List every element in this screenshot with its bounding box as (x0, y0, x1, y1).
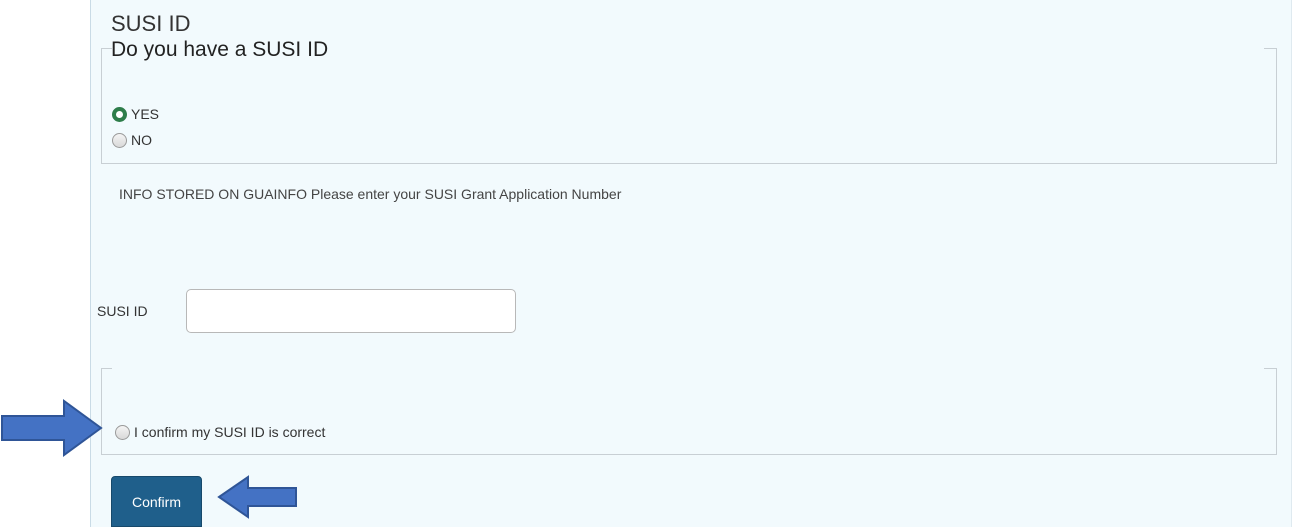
confirm-label: I confirm my SUSI ID is correct (134, 424, 326, 440)
yes-radio[interactable] (112, 106, 127, 122)
confirm-button[interactable]: Confirm (111, 476, 202, 527)
confirm-checkbox-radio[interactable] (115, 424, 130, 440)
yes-option[interactable]: YES (112, 106, 159, 122)
no-radio[interactable] (112, 132, 127, 148)
info-text: INFO STORED ON GUAINFO Please enter your… (119, 186, 622, 202)
susi-id-input[interactable] (186, 289, 516, 333)
susi-question-legend: Do you have a SUSI ID (111, 38, 329, 61)
no-option[interactable]: NO (112, 132, 152, 148)
confirm-fieldset (101, 368, 1277, 455)
arrow-left-icon (217, 475, 297, 519)
section-title: SUSI ID (111, 11, 191, 36)
no-label: NO (131, 132, 152, 148)
arrow-right-icon (1, 399, 103, 457)
confirm-option[interactable]: I confirm my SUSI ID is correct (115, 424, 325, 440)
susi-question-fieldset (101, 48, 1277, 164)
yes-label: YES (131, 106, 160, 122)
susi-id-label: SUSI ID (97, 303, 148, 319)
